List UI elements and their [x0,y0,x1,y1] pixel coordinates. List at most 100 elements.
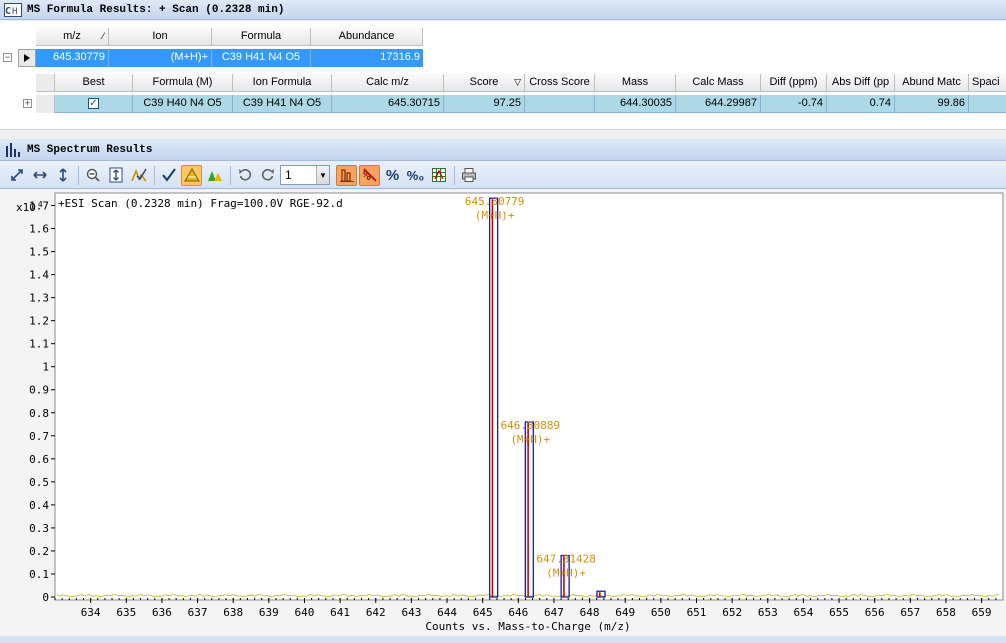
cell-abund-match: 99.86 [895,95,969,113]
isotope-peaks-icon [207,171,222,181]
x-tick-label: 645 [473,606,493,619]
col-header-abundance[interactable]: Abundance [311,28,423,46]
cell-formula-m: C39 H40 N4 O5 [133,95,233,113]
col-header-cross-score[interactable]: Cross Score [525,74,595,92]
y-tick-label: 1.5 [29,246,49,259]
cell-spacing [969,95,1006,113]
label-toggle-button[interactable]: % [359,164,380,186]
spectrum-index-select[interactable]: 1 ▼ [280,165,330,185]
y-tick-label: 0.9 [29,384,49,397]
cell-mass: 644.30035 [595,95,676,113]
export-data-button[interactable] [428,165,449,186]
permille-icon: %₀ [406,167,425,183]
sub-row-selector[interactable] [36,95,55,113]
x-tick-label: 635 [116,606,136,619]
check-cursor-icon [161,168,176,182]
bar-spectrum-icon [339,169,354,182]
row-selector[interactable] [18,49,36,67]
select-tool-button[interactable] [158,165,179,186]
sub-row-expand-icon[interactable]: + [23,99,32,108]
autoscale-x-button[interactable] [29,165,50,186]
x-axis: 634 635 636 637 638 639 640 641 642 643 644 645 646 6… [54,598,997,619]
zoom-out-button[interactable] [82,165,103,186]
col-header-mz[interactable]: m/z ⁄ [36,28,109,46]
undo-button[interactable] [234,165,255,186]
status-strip [0,636,1006,643]
x-tick-label: 653 [758,606,778,619]
autoscale-y-button[interactable] [52,165,73,186]
horizontal-arrows-icon [32,171,47,179]
percent-button[interactable]: % [382,165,403,186]
spectrum-index-value: 1 [285,168,292,182]
isotope-peaks-button[interactable] [204,165,225,186]
col-header-mass[interactable]: Mass [595,74,676,92]
col-header-abs-diff[interactable]: Abs Diff (pp [827,74,895,92]
fit-y-button[interactable] [105,165,126,186]
plot-area[interactable] [54,192,1004,601]
y-axis: 0 0.1 0.2 0.3 0.4 0.5 0.6 0.7 0.8 0.9 1 1.1 1.2 1.3 1.… [29,200,55,604]
x-tick-label: 640 [295,606,315,619]
col-header-formula[interactable]: Formula [212,28,311,46]
vertical-arrows-icon [58,168,67,182]
peak-mz-label: 646.30889 [501,419,561,432]
sort-descending-icon: ▽ [514,77,521,87]
spectrum-results-title: MS Spectrum Results [27,143,153,156]
x-tick-label: 655 [829,606,849,619]
print-button[interactable] [458,165,479,186]
formula-result-row[interactable]: 645.30779 (M+H)+ C39 H41 N4 O5 17316.9 [36,49,423,67]
col-header-score-label: Score [469,76,499,88]
peak-tool-button[interactable] [128,165,149,186]
peak-label-button[interactable] [181,164,202,186]
zoom-out-icon [86,168,100,182]
pane-splitter[interactable] [0,129,1006,139]
spectrum-toolbar: 1 ▼ % % %₀ [0,162,1006,189]
col-header-formula-m[interactable]: Formula (M) [133,74,233,92]
cell-ion-formula: C39 H41 N4 O5 [233,95,332,113]
mass-spectrum-chart[interactable]: 0 0.1 0.2 0.3 0.4 0.5 0.6 0.7 0.8 0.9 1 1.1 1.2 1.3 1.… [0,190,1006,636]
cell-best[interactable]: ✓ [55,95,133,113]
y-tick-label: 1.3 [29,292,49,305]
col-header-ion[interactable]: Ion [109,28,212,46]
undo-icon [238,168,251,181]
spectrum-results-title-bar: MS Spectrum Results [0,139,1006,161]
y-tick-label: 1 [42,361,49,374]
permille-button[interactable]: %₀ [405,165,426,186]
col-header-spacing[interactable]: Spaci [969,74,1006,92]
col-header-diff-ppm[interactable]: Diff (ppm) [761,74,827,92]
y-tick-label: 1.2 [29,315,49,328]
formula-candidate-row[interactable]: ✓ C39 H40 N4 O5 C39 H41 N4 O5 645.30715 … [36,95,1006,113]
peak-check-icon [130,168,147,182]
chevron-down-icon[interactable]: ▼ [316,166,329,184]
y-tick-label: 0.7 [29,430,49,443]
col-header-score[interactable]: Score ▽ [444,74,525,92]
col-header-best[interactable]: Best [55,74,133,92]
current-row-arrow-icon [24,54,30,62]
col-header-calc-mz[interactable]: Calc m/z [332,74,444,92]
formula-subheader-row: Best Formula (M) Ion Formula Calc m/z Sc… [36,74,1006,92]
autoscale-both-button[interactable] [6,165,27,186]
redo-button[interactable] [257,165,278,186]
bar-display-button[interactable] [336,164,357,186]
col-header-abund-match[interactable]: Abund Matc [895,74,969,92]
x-tick-label: 637 [188,606,208,619]
x-tick-label: 641 [330,606,350,619]
y-multiplier-exponent: 4 [38,200,43,209]
y-tick-label: 0.2 [29,545,49,558]
spectrum-bars-icon [3,142,23,158]
svg-text:H: H [12,7,17,17]
x-axis-label: Counts vs. Mass-to-Charge (m/z) [425,620,630,633]
x-tick-label: 644 [437,606,457,619]
y-tick-label: 1.4 [29,269,49,282]
x-tick-label: 646 [508,606,528,619]
peak-mz-label: 645.30779 [465,195,525,208]
col-header-ion-formula[interactable]: Ion Formula [233,74,332,92]
cell-diff-ppm: -0.74 [761,95,827,113]
col-header-calc-mass[interactable]: Calc Mass [676,74,761,92]
row-collapse-icon[interactable]: − [3,53,12,62]
formula-grid-icon: CH [3,2,23,18]
cell-formula: C39 H41 N4 O5 [212,49,311,67]
x-tick-label: 659 [972,606,992,619]
best-checkbox[interactable]: ✓ [88,97,99,109]
toolbar-separator [230,165,231,185]
x-tick-label: 638 [223,606,243,619]
